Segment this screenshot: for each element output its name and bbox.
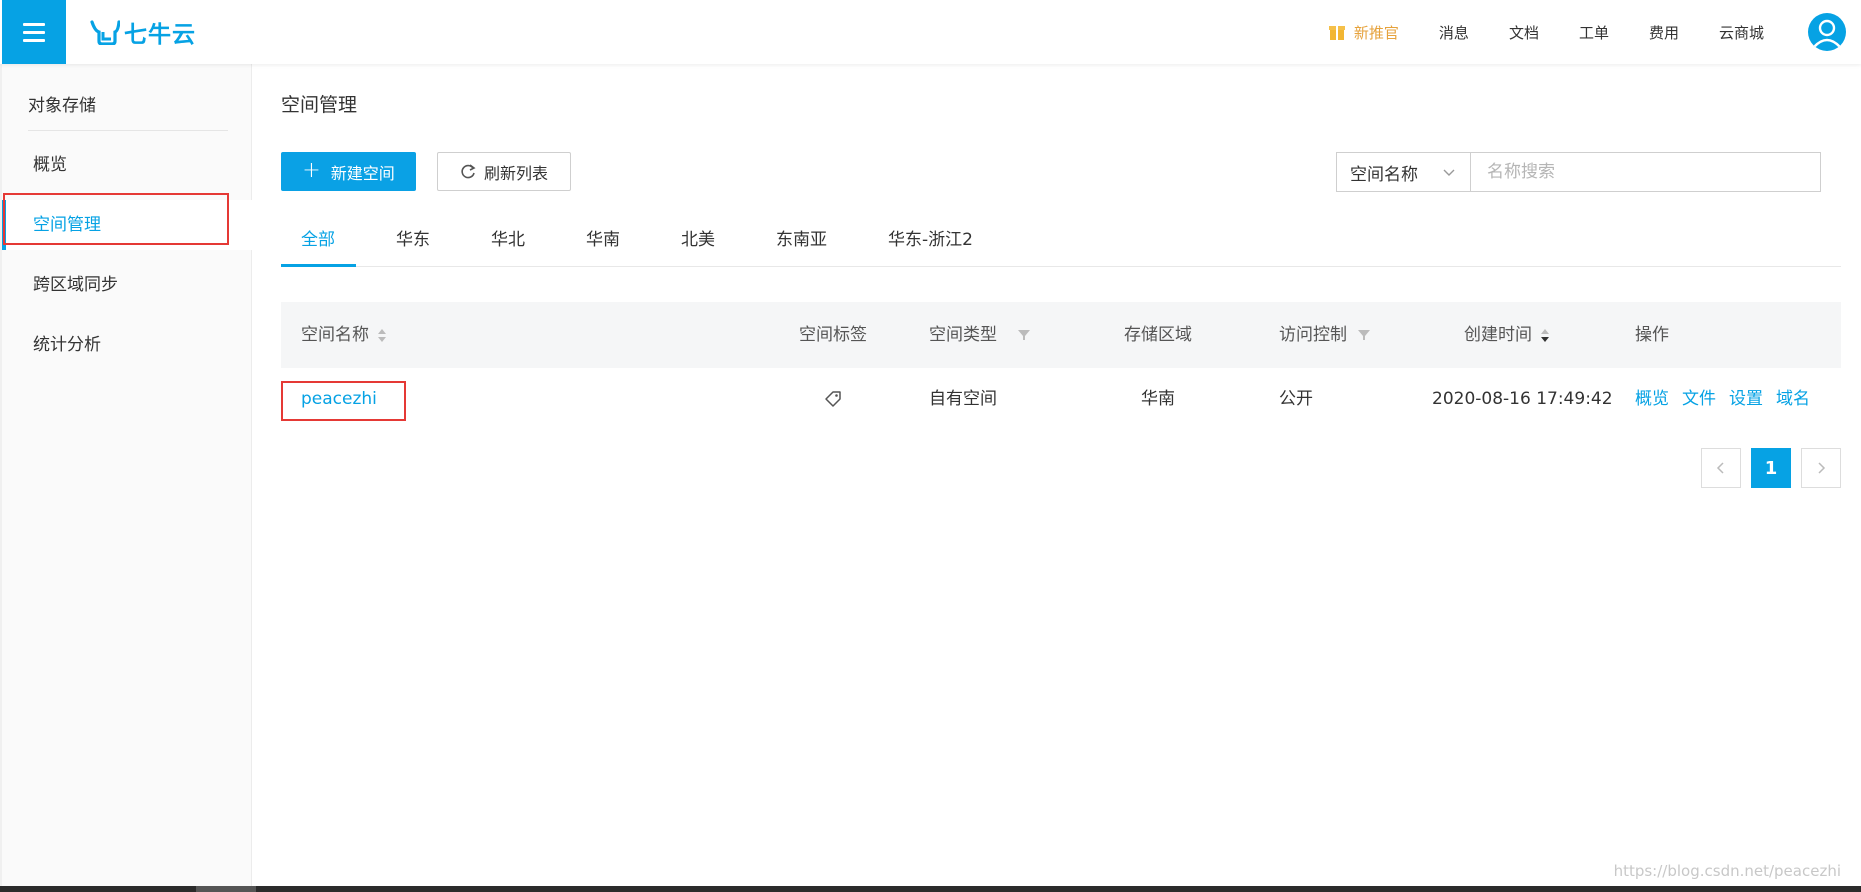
prev-page-button[interactable]: [1701, 448, 1741, 488]
plus-icon: +: [302, 157, 321, 183]
avatar[interactable]: [1808, 13, 1846, 51]
nav-promo-label: 新推官: [1353, 23, 1399, 42]
new-bucket-label: 新建空间: [330, 163, 395, 183]
column-header-name[interactable]: 空间名称: [301, 302, 387, 368]
row-actions: 概览 文件 设置 域名: [1635, 368, 1823, 430]
hamburger-menu-button[interactable]: [2, 0, 66, 64]
bucket-name-link[interactable]: peacezhi: [301, 368, 377, 430]
column-name-label: 空间名称: [301, 325, 369, 345]
chevron-left-icon: [1716, 462, 1724, 474]
horizontal-scrollbar[interactable]: [0, 886, 1861, 892]
page-number-button[interactable]: 1: [1751, 448, 1791, 488]
table-row: peacezhi 自有空间 华南 公开 2020-08-16 17:49:42 …: [281, 368, 1841, 430]
new-bucket-button[interactable]: + 新建空间: [281, 152, 416, 191]
active-tab-indicator: [281, 264, 356, 267]
nav-promo-link[interactable]: 新推官: [1328, 22, 1399, 43]
sidebar-item-overview[interactable]: 概览: [2, 140, 254, 190]
tab-south-china[interactable]: 华南: [586, 222, 620, 267]
tag-icon: [825, 391, 841, 407]
menu-bar: [23, 30, 45, 34]
chevron-right-icon: [1818, 462, 1826, 474]
tab-north-america[interactable]: 北美: [681, 222, 715, 267]
sidebar-item-bucket-management[interactable]: 空间管理: [2, 200, 254, 250]
action-files-link[interactable]: 文件: [1682, 389, 1716, 409]
tab-east-china[interactable]: 华东: [396, 222, 430, 267]
column-header-access[interactable]: 访问控制: [1279, 302, 1371, 368]
column-created-label: 创建时间: [1464, 325, 1532, 345]
nav-messages[interactable]: 消息: [1439, 22, 1469, 43]
search-field-value: 空间名称: [1350, 164, 1418, 185]
sidebar-item-cross-region-sync[interactable]: 跨区域同步: [2, 260, 254, 310]
sidebar-title: 对象存储: [28, 91, 228, 131]
page-title: 空间管理: [281, 94, 358, 116]
column-access-label: 访问控制: [1279, 325, 1347, 345]
nav-docs[interactable]: 文档: [1509, 22, 1539, 43]
refresh-icon: [461, 163, 476, 178]
column-type-label: 空间类型: [929, 325, 997, 345]
column-header-region: 存储区域: [1124, 325, 1192, 345]
scrollbar-thumb[interactable]: [196, 886, 256, 892]
logo[interactable]: 七牛云: [90, 16, 196, 48]
tab-southeast-asia[interactable]: 东南亚: [776, 222, 827, 267]
bucket-created-time: 2020-08-16 17:49:42: [1432, 389, 1613, 409]
column-header-created[interactable]: 创建时间: [1464, 302, 1550, 368]
tab-north-china[interactable]: 华北: [491, 222, 525, 267]
user-icon: [1813, 19, 1841, 48]
search-field-select[interactable]: 空间名称: [1336, 152, 1471, 192]
region-tabs: 全部 华东 华北 华南 北美 东南亚 华东-浙江2: [281, 222, 1841, 267]
sidebar-item-statistics[interactable]: 统计分析: [2, 320, 254, 370]
nav-billing[interactable]: 费用: [1649, 22, 1679, 43]
sort-icon: [1541, 329, 1549, 342]
sidebar: 对象存储 概览 空间管理 跨区域同步 统计分析: [0, 64, 254, 886]
tab-east-china-zhejiang2[interactable]: 华东-浙江2: [888, 222, 973, 267]
chevron-down-icon: [1443, 169, 1455, 176]
bucket-access: 公开: [1279, 389, 1313, 409]
tag-cell[interactable]: [824, 368, 842, 430]
column-header-tag: 空间标签: [799, 325, 867, 345]
column-header-ops: 操作: [1635, 325, 1669, 345]
top-header: 七牛云 新推官 消息 文档 工单 费用 云商城: [0, 0, 1861, 64]
gift-icon: [1328, 26, 1345, 40]
sort-icon: [378, 329, 386, 342]
menu-bar: [23, 22, 45, 26]
action-settings-link[interactable]: 设置: [1729, 389, 1763, 409]
nav-marketplace[interactable]: 云商城: [1719, 22, 1764, 43]
filter-icon: [1358, 330, 1370, 340]
search-input[interactable]: [1470, 152, 1821, 192]
logo-text: 七牛云: [124, 22, 196, 48]
refresh-list-button[interactable]: 刷新列表: [437, 152, 571, 191]
tab-all[interactable]: 全部: [301, 222, 335, 267]
action-overview-link[interactable]: 概览: [1635, 389, 1669, 409]
top-nav: 新推官 消息 文档 工单 费用 云商城: [1328, 0, 1861, 64]
refresh-list-label: 刷新列表: [483, 163, 548, 183]
nav-tickets[interactable]: 工单: [1579, 22, 1609, 43]
logo-icon: [90, 20, 120, 45]
next-page-button[interactable]: [1801, 448, 1841, 488]
bucket-region: 华南: [1141, 389, 1175, 409]
action-domains-link[interactable]: 域名: [1776, 389, 1810, 409]
table-header: 空间名称 空间标签 空间类型 存储区域 访问控制 创建时间 操作: [281, 302, 1841, 368]
watermark-text: https://blog.csdn.net/peacezhi: [1613, 862, 1841, 880]
filter-icon: [1018, 330, 1030, 340]
menu-bar: [23, 38, 45, 42]
bucket-type: 自有空间: [929, 389, 997, 409]
column-header-type[interactable]: 空间类型: [929, 302, 1031, 368]
